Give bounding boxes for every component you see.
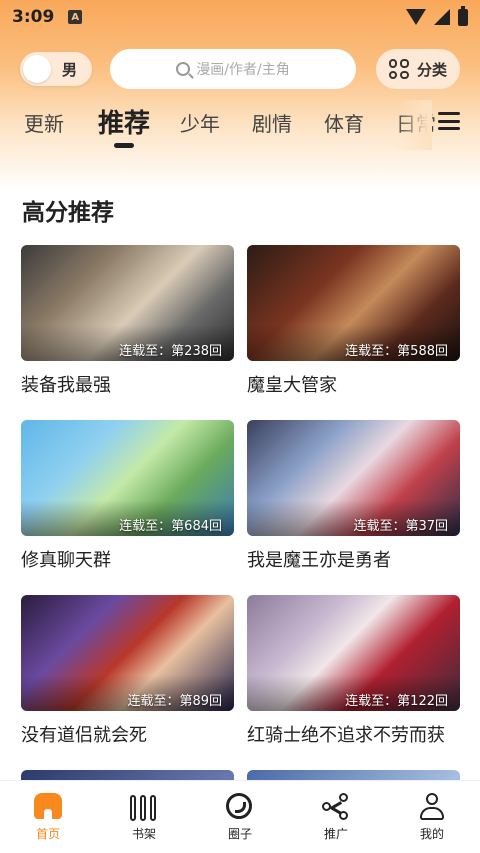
share-icon bbox=[322, 793, 350, 821]
notification-icon: A bbox=[68, 10, 83, 24]
category-tabs: 更新 推荐 少年 剧情 体育 日常 bbox=[0, 100, 480, 150]
menu-icon[interactable] bbox=[438, 112, 460, 130]
wifi-icon bbox=[406, 9, 426, 25]
comic-card[interactable]: 连载至：第684回 修真聊天群 bbox=[21, 420, 234, 572]
comic-card[interactable]: 连载至：第37回 我是魔王亦是勇者 bbox=[247, 420, 460, 572]
nav-promote[interactable]: 推广 bbox=[288, 781, 384, 853]
tab-drama[interactable]: 剧情 bbox=[252, 108, 292, 137]
category-button[interactable]: 分类 bbox=[376, 49, 460, 89]
grid-icon bbox=[388, 59, 409, 79]
comic-title[interactable]: 没有道侣就会死 bbox=[21, 721, 234, 747]
chapter-badge: 连载至：第238回 bbox=[119, 344, 222, 359]
home-icon bbox=[34, 793, 62, 821]
comic-title[interactable]: 修真聊天群 bbox=[21, 546, 234, 572]
comic-cover[interactable]: 连载至：第122回 bbox=[247, 595, 460, 711]
category-label: 分类 bbox=[416, 60, 447, 79]
comic-card[interactable]: 连载至：第122回 红骑士绝不追求不劳而获 bbox=[247, 595, 460, 747]
status-time: 3:09 bbox=[12, 7, 55, 27]
status-icons bbox=[406, 5, 468, 26]
tab-recommend[interactable]: 推荐 bbox=[98, 103, 150, 140]
battery-icon bbox=[458, 5, 468, 26]
nav-label: 首页 bbox=[35, 827, 60, 841]
status-bar: 3:09 A bbox=[0, 0, 480, 34]
comic-cover[interactable]: 连载至：第588回 bbox=[247, 245, 460, 361]
profile-icon bbox=[418, 793, 446, 821]
section-title: 高分推荐 bbox=[22, 200, 114, 226]
signal-icon bbox=[434, 9, 450, 25]
gender-label: 男 bbox=[62, 61, 78, 79]
comic-title[interactable]: 我是魔王亦是勇者 bbox=[247, 546, 460, 572]
chapter-badge: 连载至：第89回 bbox=[127, 694, 222, 709]
nav-bookshelf[interactable]: 书架 bbox=[96, 781, 192, 853]
comic-cover-partial[interactable] bbox=[21, 770, 234, 780]
search-icon bbox=[176, 62, 191, 76]
nav-profile[interactable]: 我的 bbox=[384, 781, 480, 853]
gender-toggle[interactable]: 男 bbox=[20, 52, 92, 86]
tab-shounen[interactable]: 少年 bbox=[180, 108, 220, 137]
chapter-badge: 连载至：第122回 bbox=[345, 694, 448, 709]
comic-cover[interactable]: 连载至：第238回 bbox=[21, 245, 234, 361]
nav-label: 书架 bbox=[131, 827, 156, 841]
comic-card[interactable]: 连载至：第588回 魔皇大管家 bbox=[247, 245, 460, 397]
comic-title[interactable]: 装备我最强 bbox=[21, 371, 234, 397]
bookshelf-icon bbox=[130, 793, 158, 821]
chapter-badge: 连载至：第684回 bbox=[119, 519, 222, 534]
comic-cover-partial[interactable] bbox=[247, 770, 460, 780]
tab-sports[interactable]: 体育 bbox=[324, 108, 364, 137]
comic-card[interactable]: 连载至：第89回 没有道侣就会死 bbox=[21, 595, 234, 747]
nav-home[interactable]: 首页 bbox=[0, 781, 96, 853]
comic-card[interactable]: 连载至：第238回 装备我最强 bbox=[21, 245, 234, 397]
nav-label: 推广 bbox=[323, 827, 348, 841]
comic-title[interactable]: 红骑士绝不追求不劳而获 bbox=[247, 721, 460, 747]
nav-label: 我的 bbox=[419, 827, 444, 841]
comic-cover[interactable]: 连载至：第684回 bbox=[21, 420, 234, 536]
comic-cover[interactable]: 连载至：第37回 bbox=[247, 420, 460, 536]
chapter-badge: 连载至：第588回 bbox=[345, 344, 448, 359]
comic-cover[interactable]: 连载至：第89回 bbox=[21, 595, 234, 711]
bottom-nav: 首页 书架 圈子 推广 我的 bbox=[0, 780, 480, 853]
tab-fade bbox=[396, 100, 432, 150]
chapter-badge: 连载至：第37回 bbox=[353, 519, 448, 534]
toggle-knob bbox=[23, 55, 51, 83]
community-icon bbox=[226, 793, 254, 821]
header-row: 男 漫画/作者/主角 分类 bbox=[0, 48, 480, 90]
search-placeholder: 漫画/作者/主角 bbox=[196, 62, 290, 78]
tab-update[interactable]: 更新 bbox=[24, 108, 64, 137]
nav-community[interactable]: 圈子 bbox=[192, 781, 288, 853]
active-tab-indicator bbox=[114, 143, 134, 148]
nav-label: 圈子 bbox=[227, 827, 252, 841]
search-input[interactable]: 漫画/作者/主角 bbox=[110, 49, 356, 89]
comic-title[interactable]: 魔皇大管家 bbox=[247, 371, 460, 397]
